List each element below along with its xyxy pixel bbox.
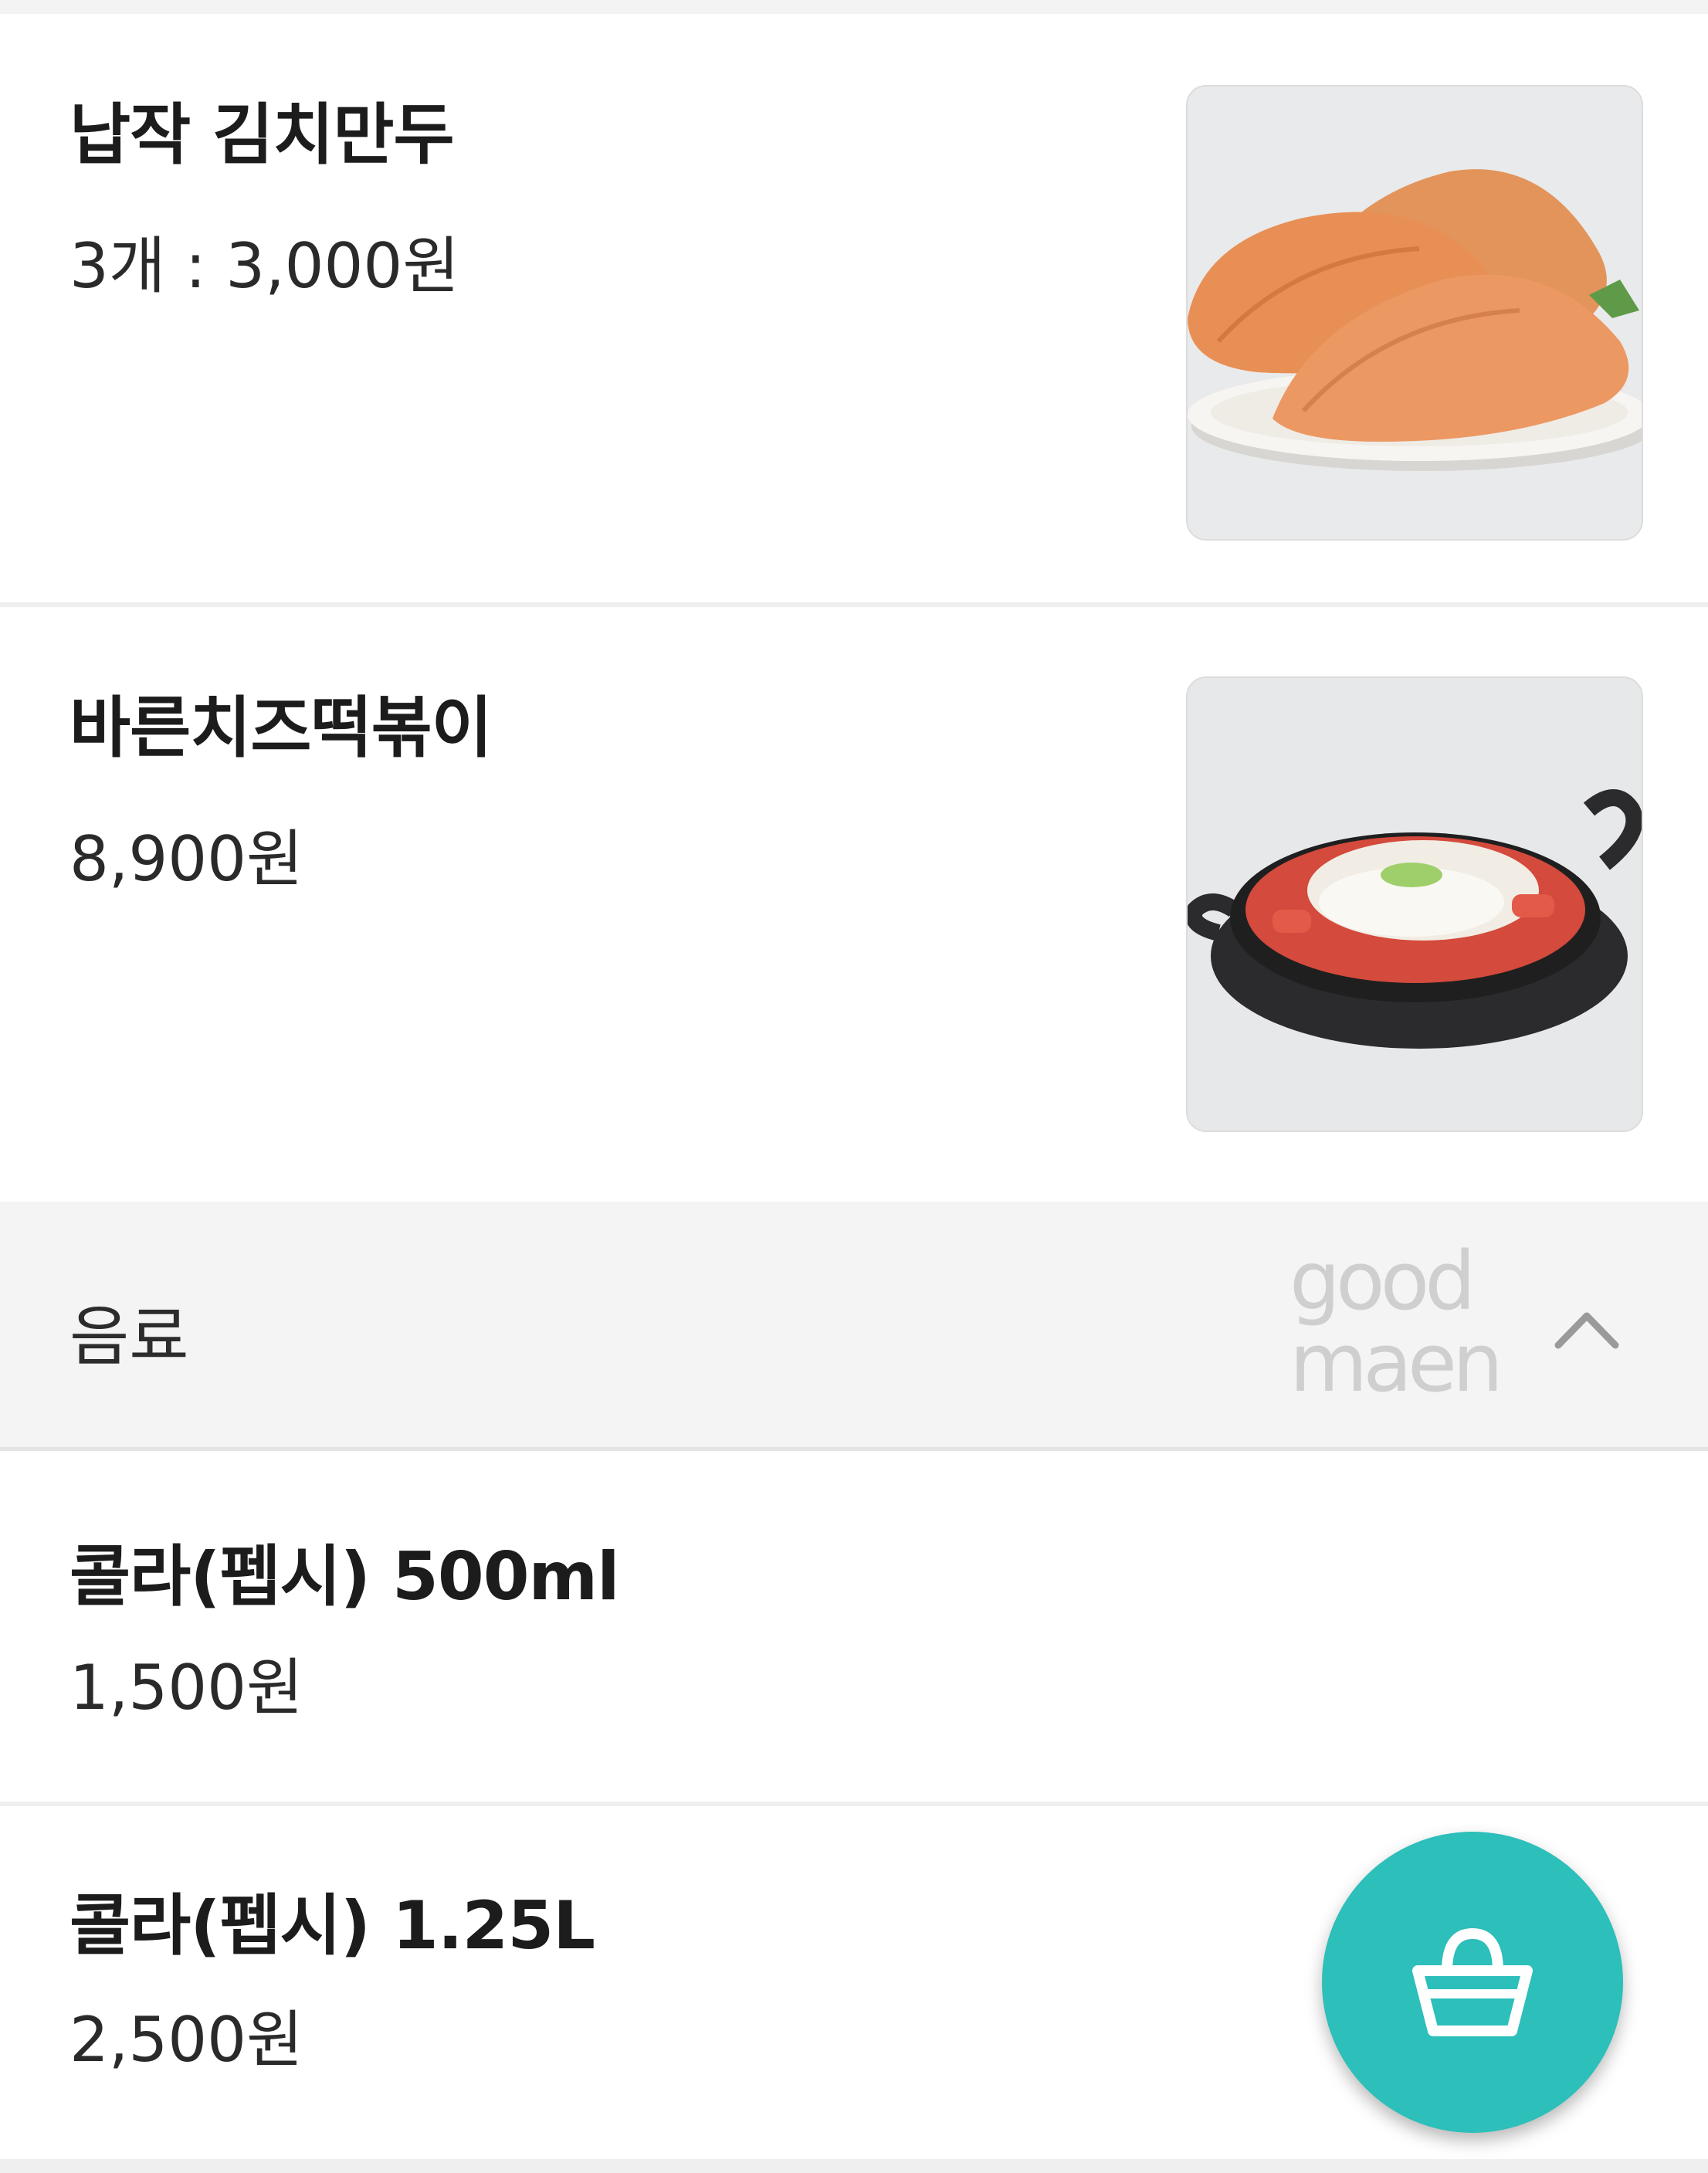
item-name: 콜라(펩시) 500ml bbox=[69, 1538, 620, 1615]
tteokbokki-image bbox=[1186, 676, 1643, 1132]
goodmaen-watermark: good maen bbox=[1289, 1240, 1521, 1410]
top-divider bbox=[0, 0, 1708, 14]
item-price: 8,900원 bbox=[69, 823, 303, 895]
category-title: 음료 bbox=[69, 1299, 189, 1375]
shopping-basket-icon bbox=[1412, 1927, 1533, 2036]
item-price: 1,500원 bbox=[69, 1652, 303, 1724]
category-header-drinks[interactable]: 음료 good maen bbox=[0, 1202, 1708, 1451]
item-name: 콜라(펩시) 1.25L bbox=[69, 1887, 595, 1965]
bottom-divider bbox=[0, 2159, 1708, 2173]
cart-button[interactable] bbox=[1322, 1832, 1623, 2133]
item-name: 납작 김치만두 bbox=[69, 97, 455, 174]
dumpling-image bbox=[1186, 85, 1643, 541]
watermark-line-2: maen bbox=[1289, 1316, 1503, 1410]
menu-item-cheese-tteokbokki[interactable]: 바른치즈떡볶이 8,900원 bbox=[0, 607, 1708, 1202]
item-price: 2,500원 bbox=[69, 2004, 303, 2076]
menu-item-kimchi-mandu[interactable]: 납작 김치만두 3개 : 3,000원 bbox=[0, 14, 1708, 602]
watermark-line-1: good bbox=[1289, 1234, 1476, 1328]
item-name: 바른치즈떡볶이 bbox=[69, 690, 493, 767]
chevron-up-icon[interactable] bbox=[1552, 1300, 1622, 1354]
menu-item-pepsi-500ml[interactable]: 콜라(펩시) 500ml 1,500원 bbox=[0, 1451, 1708, 1802]
item-price: 3개 : 3,000원 bbox=[69, 230, 459, 302]
